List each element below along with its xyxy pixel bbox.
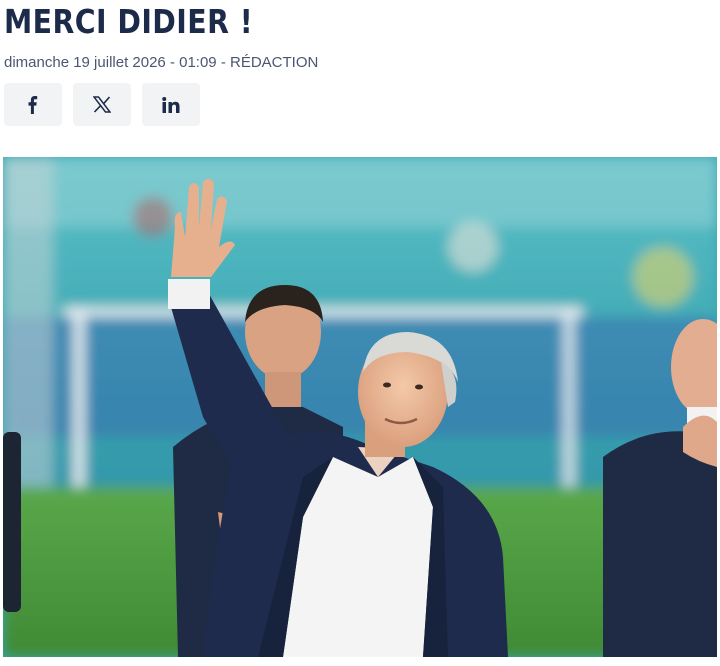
share-bar: [4, 83, 200, 126]
article-photo: [3, 157, 717, 657]
coach-waving-illustration: [3, 157, 717, 657]
x-icon: [93, 96, 111, 113]
share-facebook-button[interactable]: [4, 83, 62, 126]
share-linkedin-button[interactable]: [142, 83, 200, 126]
article-author: RÉDACTION: [230, 54, 319, 71]
share-x-button[interactable]: [73, 83, 131, 126]
meta-separator: -: [216, 54, 230, 71]
article-meta: dimanche 19 juillet 2026 - 01:09 - RÉDAC…: [4, 54, 318, 71]
article-date: dimanche 19 juillet 2026 - 01:09: [4, 54, 217, 71]
facebook-icon: [28, 95, 38, 114]
linkedin-icon: [162, 96, 180, 113]
article-title: MERCI DIDIER !: [4, 2, 254, 41]
